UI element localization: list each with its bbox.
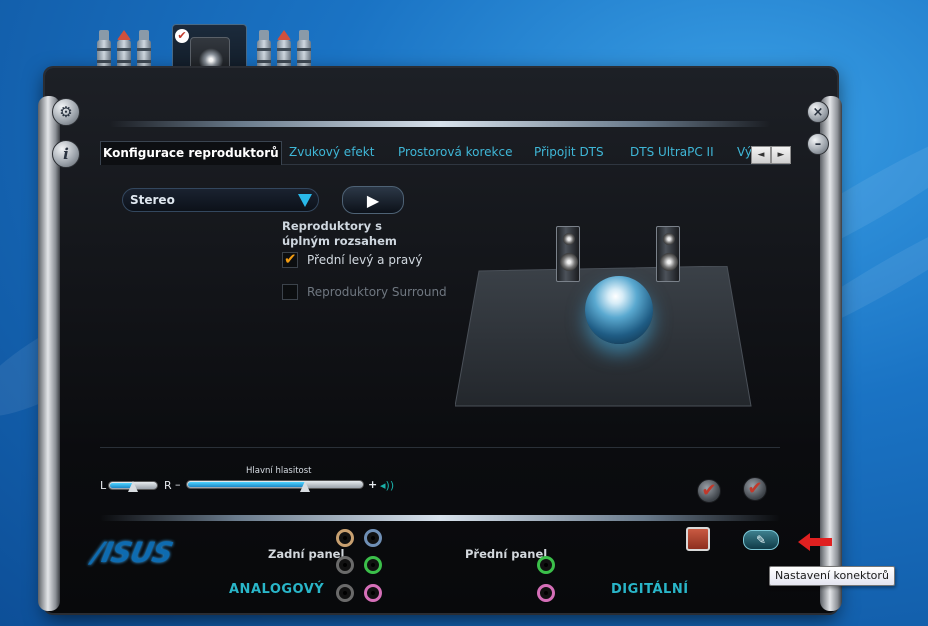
connector-settings-button[interactable]: ✎ (743, 530, 779, 550)
front-left-speaker-icon[interactable] (556, 226, 580, 282)
volume-plus-icon: + (368, 478, 378, 491)
front-lr-label: Přední levý a pravý (307, 253, 423, 267)
tab-room-correction[interactable]: Prostorová korekce (398, 141, 512, 165)
listener-orb (585, 276, 653, 344)
tab-bar: Konfigurace reproduktorů Zvukový efekt P… (100, 141, 790, 165)
checkmark-icon: ✔ (284, 250, 297, 268)
rear-jack-blue[interactable] (364, 529, 382, 547)
tab-scroll-right-button[interactable]: ► (771, 146, 791, 164)
play-test-button[interactable]: ▶ (342, 186, 404, 214)
master-volume-thumb[interactable] (300, 481, 310, 492)
connector-settings-tooltip: Nastavení konektorů (769, 566, 895, 586)
tab-speaker-config[interactable]: Konfigurace reproduktorů (100, 141, 282, 165)
front-jack-pink[interactable] (537, 584, 555, 602)
speaker-volume-icon[interactable]: ◂)) (380, 479, 394, 492)
tab-sound-effect[interactable]: Zvukový efekt (289, 141, 374, 165)
front-panel-label: Přední panel (465, 547, 548, 561)
chevron-down-icon (298, 194, 312, 207)
tab-scroll-buttons: ◄ ► (751, 146, 791, 164)
rear-jack-pink[interactable] (364, 584, 382, 602)
balance-right-label: R (164, 479, 172, 492)
master-volume-slider[interactable] (186, 480, 364, 489)
rear-jack-green[interactable] (364, 556, 382, 574)
balance-left-label: L (100, 479, 107, 492)
surround-label: Reproduktory Surround (307, 285, 447, 299)
minimize-icon[interactable]: – (807, 133, 829, 155)
volume-minus-icon: – (175, 478, 181, 491)
settings-gear-icon[interactable]: ⚙ (52, 98, 80, 126)
top-glow-bar (110, 121, 770, 127)
front-lr-checkbox[interactable]: ✔ (282, 250, 298, 268)
master-volume-fill (188, 482, 306, 487)
selected-check-icon: ✔ (175, 29, 189, 43)
red-arrow-icon (798, 533, 832, 551)
volume-divider (100, 447, 780, 448)
tab-more[interactable]: Vý (737, 141, 752, 165)
left-rail (38, 96, 60, 611)
tab-scroll-left-button[interactable]: ◄ (751, 146, 771, 164)
wrench-icon: ✎ (755, 533, 767, 547)
fullrange-speakers-label: Reproduktory s úplným rozsahem (282, 219, 397, 248)
speaker-mode-value: Stereo (130, 193, 175, 207)
front-jack-green[interactable] (537, 556, 555, 574)
front-right-speaker-icon[interactable] (656, 226, 680, 282)
default-device-check-icon[interactable]: ✔ (697, 479, 721, 503)
bottom-glow-bar (100, 515, 780, 521)
analog-label: ANALOGOVÝ (229, 582, 325, 597)
default-comm-device-check-icon[interactable]: ✔ (743, 477, 767, 501)
digital-output-icon[interactable] (686, 527, 710, 551)
digital-label: DIGITÁLNÍ (611, 582, 689, 597)
master-volume-title: Hlavní hlasitost (246, 466, 312, 476)
asus-logo: /ISUS (89, 536, 176, 569)
close-icon[interactable]: × (807, 101, 829, 123)
rear-jack-gray-2[interactable] (336, 584, 354, 602)
rear-panel-label: Zadní panel (268, 547, 345, 561)
speaker-mode-dropdown[interactable]: Stereo (122, 188, 319, 212)
surround-option[interactable]: Reproduktory Surround (282, 284, 447, 300)
info-icon[interactable]: i (52, 140, 80, 168)
surround-checkbox[interactable] (282, 284, 298, 300)
front-lr-option[interactable]: ✔ Přední levý a pravý (282, 250, 423, 268)
rear-jack-gray[interactable] (336, 556, 354, 574)
play-icon: ▶ (366, 190, 380, 210)
tab-dts-connect[interactable]: Připojit DTS (534, 141, 604, 165)
rear-jack-orange[interactable] (336, 529, 354, 547)
balance-slider-thumb[interactable] (128, 481, 138, 492)
tab-dts-ultrapc[interactable]: DTS UltraPC II (630, 141, 714, 165)
